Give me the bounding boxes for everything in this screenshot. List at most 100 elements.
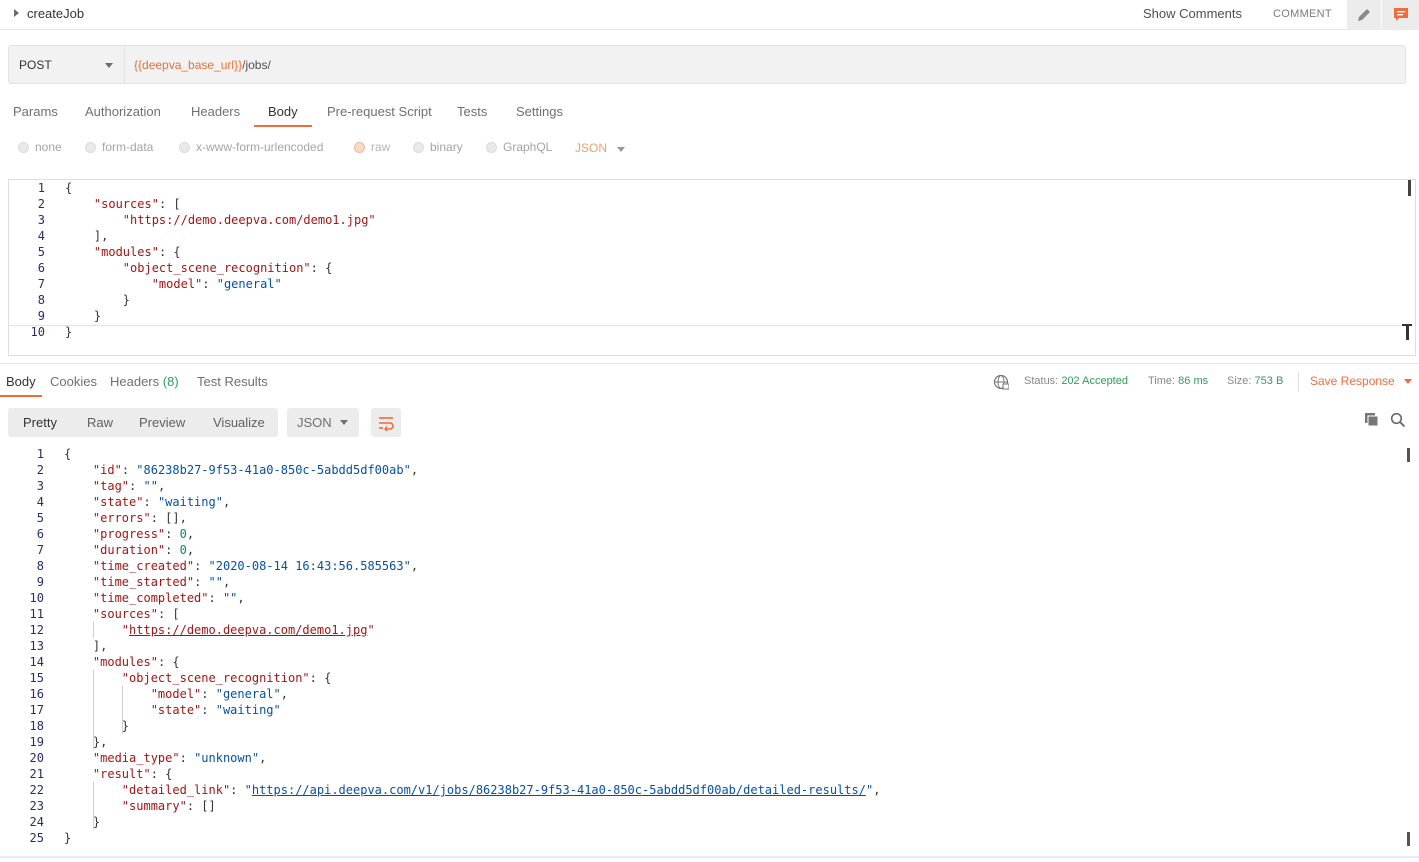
tab-body[interactable]: Body xyxy=(268,104,298,119)
globe-icon[interactable] xyxy=(993,374,1009,390)
wrap-lines-button[interactable] xyxy=(371,408,401,437)
view-visualize[interactable]: Visualize xyxy=(213,415,265,430)
line-number: 3 xyxy=(37,213,45,227)
line-text: ], xyxy=(92,639,108,653)
request-code[interactable]: 1{2 "sources": [3 "https://demo.deepva.c… xyxy=(9,180,1401,340)
radio-raw[interactable]: raw xyxy=(354,140,390,154)
request-name[interactable]: createJob xyxy=(27,6,84,21)
line-text: } xyxy=(64,831,72,845)
code-line[interactable]: 4 ], xyxy=(9,228,1401,244)
current-line-highlight xyxy=(9,325,1401,326)
code-line[interactable]: 3 "https://demo.deepva.com/demo1.jpg" xyxy=(9,212,1401,228)
line-text: "time_completed": "", xyxy=(92,591,245,605)
line-number: 1 xyxy=(37,181,45,195)
tab-pre-request-script[interactable]: Pre-request Script xyxy=(327,104,432,119)
tab-headers[interactable]: Headers xyxy=(191,104,240,119)
line-text: "https://demo.deepva.com/demo1.jpg" xyxy=(121,623,375,637)
method-select[interactable]: POST xyxy=(9,46,125,83)
caret-right-icon[interactable] xyxy=(14,9,19,17)
status-value[interactable]: 202 Accepted xyxy=(1061,375,1128,387)
line-number: 15 xyxy=(29,671,44,685)
response-tab-test-results[interactable]: Test Results xyxy=(197,374,268,389)
chevron-down-icon[interactable] xyxy=(1404,379,1412,384)
line-number: 1 xyxy=(36,447,44,461)
code-line[interactable]: 10} xyxy=(9,324,1401,340)
radio-graphql[interactable]: GraphQL xyxy=(486,140,552,154)
line-number: 10 xyxy=(30,325,45,339)
chevron-down-icon xyxy=(340,420,348,425)
pencil-icon xyxy=(1358,9,1370,21)
editor-scrollbar[interactable] xyxy=(1408,180,1411,196)
tab-params[interactable]: Params xyxy=(13,104,58,119)
line-text: "tag": "", xyxy=(92,479,166,493)
line-text: "result": { xyxy=(92,767,173,781)
line-number: 17 xyxy=(29,703,44,717)
tab-authorization[interactable]: Authorization xyxy=(85,104,161,119)
view-preview[interactable]: Preview xyxy=(139,415,185,430)
response-scrollbar-top[interactable] xyxy=(1407,448,1410,462)
radio-none[interactable]: none xyxy=(18,140,62,154)
wrap-lines-icon xyxy=(379,416,394,431)
radio-x-www-form-urlencoded[interactable]: x-www-form-urlencoded xyxy=(179,140,323,154)
indent-guide xyxy=(93,782,94,830)
radio-binary[interactable]: binary xyxy=(413,140,463,154)
response-format-select[interactable]: JSON xyxy=(287,408,359,437)
response-tab-headers[interactable]: Headers (8) xyxy=(110,374,179,389)
line-text: "model": "general" xyxy=(151,277,282,291)
time-value[interactable]: 86 ms xyxy=(1178,375,1208,387)
line-text: "summary": [] xyxy=(121,799,216,813)
response-body[interactable]: 1 {2 "id": "86238b27-9f53-41a0-850c-5abdd… xyxy=(0,446,1419,850)
comment-button[interactable]: COMMENT xyxy=(1273,8,1332,20)
url-input[interactable]: {{deepva_base_url}}/jobs/ xyxy=(134,58,271,72)
tab-settings[interactable]: Settings xyxy=(516,104,563,119)
code-line[interactable]: 8 } xyxy=(9,292,1401,308)
size-value[interactable]: 753 B xyxy=(1255,375,1284,387)
show-comments-button[interactable]: Show Comments xyxy=(1143,6,1242,21)
code-line[interactable]: 2 "sources": [ xyxy=(9,196,1401,212)
code-line[interactable]: 9 } xyxy=(9,308,1401,324)
radio-icon xyxy=(179,141,190,153)
code-line[interactable]: 6 "object_scene_recognition": { xyxy=(9,260,1401,276)
radio-label: binary xyxy=(430,140,463,154)
view-pretty[interactable]: Pretty xyxy=(23,415,57,430)
line-text: "id": "86238b27-9f53-41a0-850c-5abdd5df0… xyxy=(92,463,419,477)
copy-icon[interactable] xyxy=(1364,412,1380,428)
line-number: 24 xyxy=(29,815,44,829)
status-info: Status: 202 Accepted xyxy=(1024,375,1128,387)
response-header: Body Cookies Headers (8) Test Results St… xyxy=(0,363,1419,397)
line-text: "model": "general", xyxy=(150,687,288,701)
request-body-editor[interactable]: 1{2 "sources": [3 "https://demo.deepva.c… xyxy=(8,179,1416,356)
raw-format-select[interactable]: JSON xyxy=(575,141,607,155)
active-response-tab-indicator xyxy=(0,395,42,397)
tab-tests[interactable]: Tests xyxy=(457,104,487,119)
headers-count: (8) xyxy=(162,374,179,389)
radio-form-data[interactable]: form-data xyxy=(85,140,153,154)
view-raw[interactable]: Raw xyxy=(87,415,113,430)
response-scrollbar-bottom[interactable] xyxy=(1407,832,1410,846)
line-text: "state": "waiting", xyxy=(92,495,231,509)
indent-guide xyxy=(93,622,94,638)
format-label: JSON xyxy=(297,415,332,430)
line-text: { xyxy=(64,447,72,461)
line-text: "sources": [ xyxy=(93,197,181,211)
response-tab-cookies[interactable]: Cookies xyxy=(50,374,97,389)
save-response-button[interactable]: Save Response xyxy=(1310,374,1395,388)
time-info: Time: 86 ms xyxy=(1148,375,1208,387)
divider xyxy=(1298,372,1299,392)
code-line[interactable]: 5 "modules": { xyxy=(9,244,1401,260)
line-text: "state": "waiting" xyxy=(150,703,281,717)
search-icon[interactable] xyxy=(1390,412,1406,428)
chevron-down-icon[interactable] xyxy=(617,147,625,152)
edit-button[interactable] xyxy=(1347,0,1381,30)
radio-selected-icon xyxy=(354,141,365,153)
comments-panel-button[interactable] xyxy=(1382,0,1419,30)
code-line[interactable]: 1{ xyxy=(9,180,1401,196)
line-text: }, xyxy=(92,735,108,749)
radio-icon xyxy=(18,141,29,153)
editor-scroll-thumb[interactable] xyxy=(1406,324,1409,340)
response-tab-body[interactable]: Body xyxy=(6,374,36,389)
line-text: "progress": 0, xyxy=(92,527,195,541)
line-text: "object_scene_recognition": { xyxy=(122,261,333,275)
request-header: createJob Show Comments COMMENT xyxy=(0,0,1419,30)
code-line[interactable]: 7 "model": "general" xyxy=(9,276,1401,292)
